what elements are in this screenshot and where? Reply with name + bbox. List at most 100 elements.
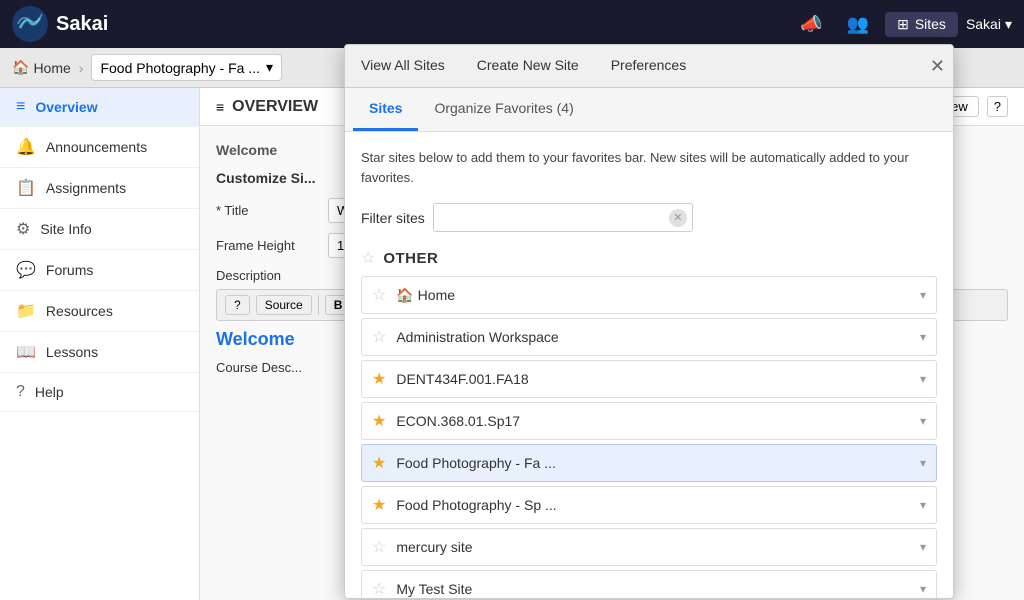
sidebar-label-overview: Overview	[35, 99, 97, 115]
site-chevron-home[interactable]: ▾	[920, 288, 926, 302]
sidebar-label-announcements: Announcements	[46, 139, 147, 155]
view-all-sites-button[interactable]: View All Sites	[345, 45, 461, 87]
top-navigation: Sakai 📣 👥 ⊞ Sites Sakai ▾	[0, 0, 1024, 48]
filter-label: Filter sites	[361, 210, 425, 226]
tab-sites[interactable]: Sites	[353, 88, 418, 131]
lessons-icon: 📖	[16, 342, 36, 362]
sidebar-item-lessons[interactable]: 📖 Lessons	[0, 332, 199, 373]
home-breadcrumb[interactable]: 🏠 Home	[12, 59, 71, 76]
site-info-icon: ⚙	[16, 219, 30, 239]
sidebar-label-site-info: Site Info	[40, 221, 91, 237]
site-chevron-food-photo-fa[interactable]: ▾	[920, 456, 926, 470]
site-chevron-econ368[interactable]: ▾	[920, 414, 926, 428]
sidebar-item-help[interactable]: ? Help	[0, 373, 199, 412]
sidebar-item-forums[interactable]: 💬 Forums	[0, 250, 199, 291]
filter-input-wrap: ✕	[433, 203, 693, 232]
site-item-admin-workspace[interactable]: ☆ Administration Workspace ▾	[361, 318, 937, 356]
modal-nav-row: View All Sites Create New Site Preferenc…	[345, 45, 953, 88]
top-nav-icons: 📣 👥 ⊞ Sites Sakai ▾	[792, 10, 1012, 39]
frame-height-label: Frame Height	[216, 238, 316, 253]
site-item-home[interactable]: ☆ 🏠 Home ▾	[361, 276, 937, 314]
sidebar-label-forums: Forums	[46, 262, 93, 278]
current-site-label: Food Photography - Fa ...	[100, 60, 260, 76]
tab-organize-favorites[interactable]: Organize Favorites (4)	[418, 88, 589, 131]
home-label: Home	[33, 60, 70, 76]
sidebar-item-site-info[interactable]: ⚙ Site Info	[0, 209, 199, 250]
megaphone-button[interactable]: 📣	[792, 10, 830, 39]
section-star-icon[interactable]: ☆	[361, 248, 375, 268]
site-item-mercury[interactable]: ☆ mercury site ▾	[361, 528, 937, 566]
sidebar-label-assignments: Assignments	[46, 180, 126, 196]
sidebar-label-lessons: Lessons	[46, 344, 98, 360]
site-chevron-admin[interactable]: ▾	[920, 330, 926, 344]
section-title: OTHER	[383, 250, 438, 267]
sidebar: ≡ Overview 🔔 Announcements 📋 Assignments…	[0, 88, 200, 600]
site-item-my-test[interactable]: ☆ My Test Site ▾	[361, 570, 937, 598]
site-star-dent434f[interactable]: ★	[372, 369, 386, 389]
help-icon: ?	[16, 383, 25, 401]
sidebar-label-resources: Resources	[46, 303, 113, 319]
site-chevron-food-photo-sp[interactable]: ▾	[920, 498, 926, 512]
help-button[interactable]: ?	[987, 96, 1008, 117]
site-name-dent434f: DENT434F.001.FA18	[396, 371, 920, 387]
title-label: * Title	[216, 203, 316, 218]
create-new-site-button[interactable]: Create New Site	[461, 45, 595, 87]
site-item-econ368[interactable]: ★ ECON.368.01.Sp17 ▾	[361, 402, 937, 440]
sites-modal: View All Sites Create New Site Preferenc…	[344, 44, 954, 599]
site-chevron-my-test[interactable]: ▾	[920, 582, 926, 596]
site-chevron-dent434f[interactable]: ▾	[920, 372, 926, 386]
grid-icon: ⊞	[897, 16, 909, 33]
breadcrumb-chevron-icon: ▾	[266, 59, 273, 76]
sites-label: Sites	[915, 16, 946, 32]
site-name-food-photo-sp: Food Photography - Sp ...	[396, 497, 920, 513]
site-star-econ368[interactable]: ★	[372, 411, 386, 431]
overview-icon: ≡	[16, 98, 25, 116]
sites-button[interactable]: ⊞ Sites	[885, 12, 958, 37]
forums-icon: 💬	[16, 260, 36, 280]
announcements-icon: 🔔	[16, 137, 36, 157]
modal-description: Star sites below to add them to your fav…	[361, 148, 937, 187]
sidebar-item-announcements[interactable]: 🔔 Announcements	[0, 127, 199, 168]
sidebar-item-assignments[interactable]: 📋 Assignments	[0, 168, 199, 209]
toolbar-separator-1	[318, 295, 319, 315]
preferences-button[interactable]: Preferences	[595, 45, 702, 87]
users-icon: 👥	[847, 14, 869, 35]
content-header-icon: ≡	[216, 99, 224, 115]
resources-icon: 📁	[16, 301, 36, 321]
site-chevron-mercury[interactable]: ▾	[920, 540, 926, 554]
site-name-home: 🏠 Home	[396, 287, 920, 304]
modal-close-button[interactable]: ✕	[922, 48, 953, 85]
content-header-title: OVERVIEW	[232, 98, 318, 116]
filter-sites-input[interactable]	[433, 203, 693, 232]
site-name-my-test: My Test Site	[396, 581, 920, 597]
site-star-mercury[interactable]: ☆	[372, 537, 386, 557]
users-button[interactable]: 👥	[839, 10, 877, 39]
filter-clear-icon[interactable]: ✕	[669, 209, 687, 227]
site-name-econ368: ECON.368.01.Sp17	[396, 413, 920, 429]
current-site-breadcrumb[interactable]: Food Photography - Fa ... ▾	[91, 54, 282, 81]
question-btn[interactable]: ?	[225, 295, 250, 315]
site-item-food-photo-sp[interactable]: ★ Food Photography - Sp ... ▾	[361, 486, 937, 524]
user-chevron-icon: ▾	[1005, 16, 1012, 33]
sidebar-item-overview[interactable]: ≡ Overview	[0, 88, 199, 127]
section-header: ☆ OTHER	[361, 248, 937, 268]
home-icon: 🏠	[12, 59, 29, 76]
logo-text: Sakai	[56, 13, 108, 36]
site-star-admin[interactable]: ☆	[372, 327, 386, 347]
source-btn[interactable]: Source	[256, 295, 312, 315]
site-star-home[interactable]: ☆	[372, 285, 386, 305]
site-star-food-photo-sp[interactable]: ★	[372, 495, 386, 515]
user-label: Sakai	[966, 16, 1001, 32]
user-menu-button[interactable]: Sakai ▾	[966, 16, 1012, 33]
breadcrumb-divider: ›	[79, 60, 84, 76]
site-item-food-photo-fa[interactable]: ★ Food Photography - Fa ... ▾	[361, 444, 937, 482]
logo[interactable]: Sakai	[12, 6, 108, 42]
sidebar-item-resources[interactable]: 📁 Resources	[0, 291, 199, 332]
sidebar-label-help: Help	[35, 384, 64, 400]
site-star-food-photo-fa[interactable]: ★	[372, 453, 386, 473]
site-item-dent434f[interactable]: ★ DENT434F.001.FA18 ▾	[361, 360, 937, 398]
site-star-my-test[interactable]: ☆	[372, 579, 386, 598]
site-name-food-photo-fa: Food Photography - Fa ...	[396, 455, 920, 471]
site-name-admin: Administration Workspace	[396, 329, 920, 345]
filter-row: Filter sites ✕	[361, 203, 937, 232]
